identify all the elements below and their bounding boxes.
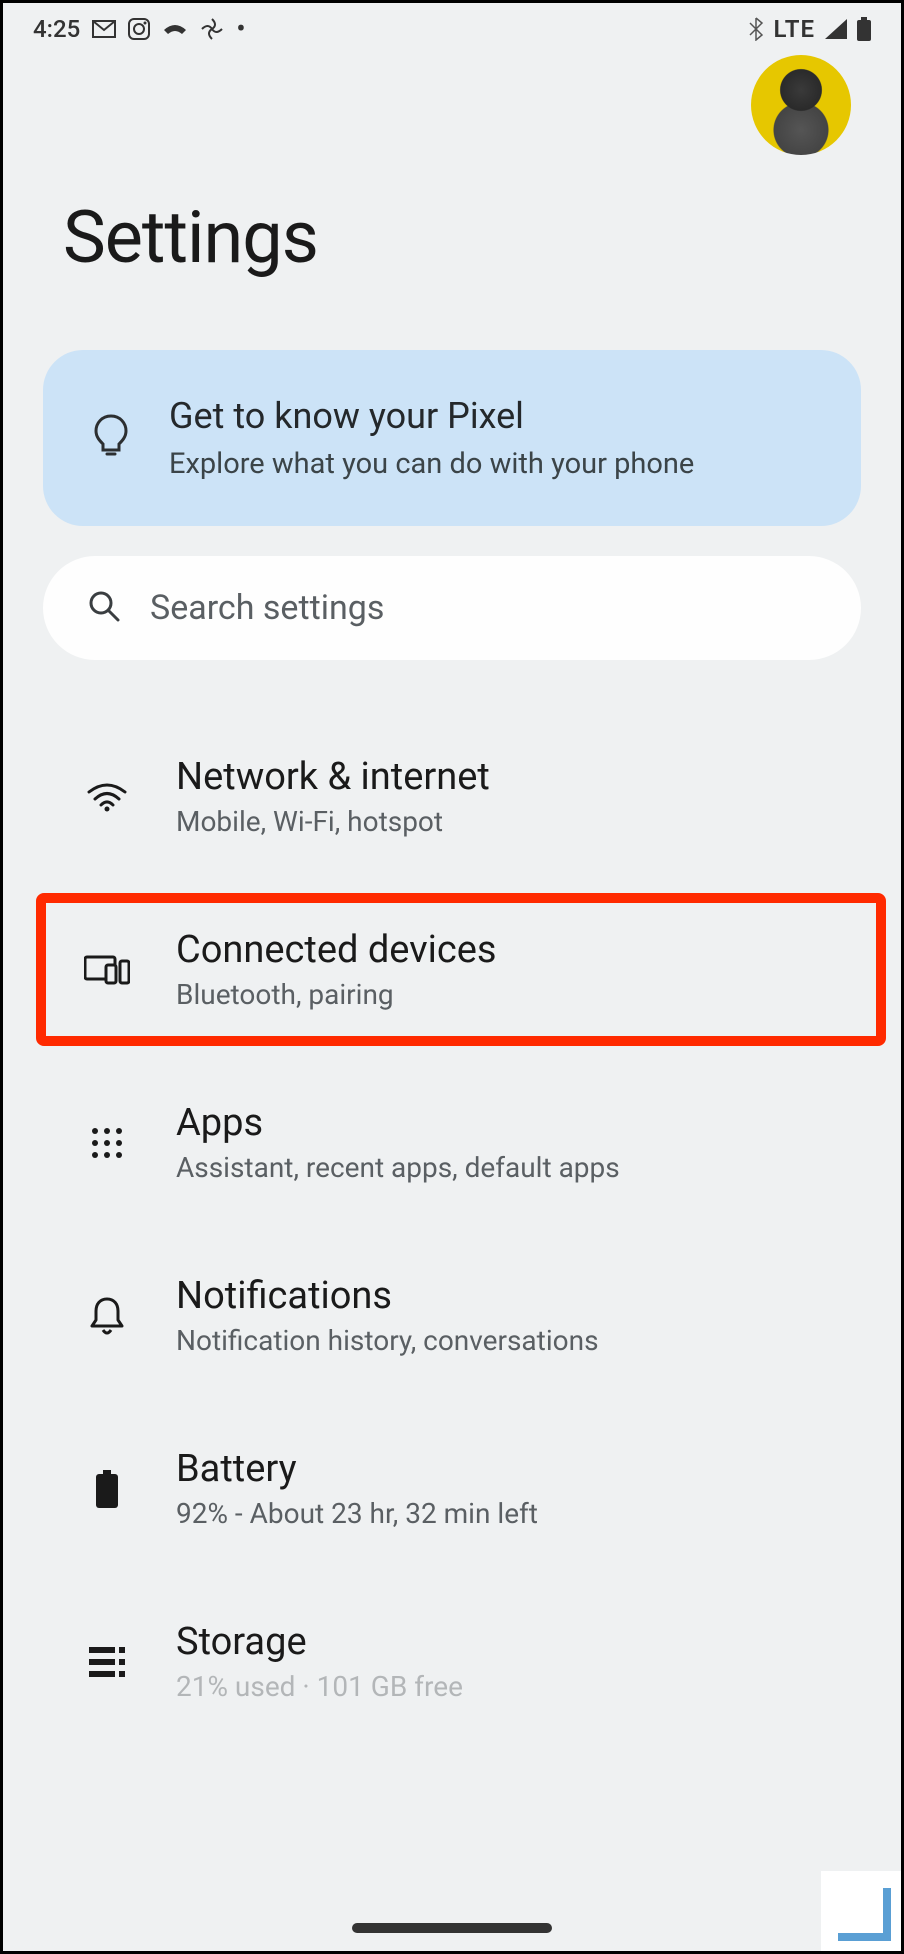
lightbulb-icon bbox=[93, 414, 129, 462]
setting-subtitle: Notification history, conversations bbox=[176, 1324, 841, 1357]
signal-icon bbox=[825, 19, 847, 39]
setting-title: Notifications bbox=[176, 1274, 841, 1318]
setting-text: Storage 21% used · 101 GB free bbox=[176, 1620, 841, 1703]
navigation-handle[interactable] bbox=[352, 1923, 552, 1933]
setting-subtitle: 92% - About 23 hr, 32 min left bbox=[176, 1497, 841, 1530]
apps-grid-icon bbox=[83, 1127, 131, 1159]
settings-item-battery[interactable]: Battery 92% - About 23 hr, 32 min left bbox=[3, 1402, 901, 1575]
tip-title: Get to know your Pixel bbox=[169, 395, 694, 437]
settings-list: Network & internet Mobile, Wi-Fi, hotspo… bbox=[3, 710, 901, 1703]
storage-icon bbox=[83, 1647, 131, 1677]
status-time: 4:25 bbox=[33, 15, 80, 43]
status-left: 4:25 • bbox=[33, 15, 246, 43]
status-right: LTE bbox=[748, 15, 871, 43]
setting-text: Notifications Notification history, conv… bbox=[176, 1274, 841, 1357]
network-type: LTE bbox=[774, 15, 815, 43]
settings-item-network[interactable]: Network & internet Mobile, Wi-Fi, hotspo… bbox=[3, 710, 901, 883]
battery-icon bbox=[857, 17, 871, 41]
page-title: Settings bbox=[63, 195, 841, 280]
setting-title: Apps bbox=[176, 1101, 841, 1145]
setting-text: Network & internet Mobile, Wi-Fi, hotspo… bbox=[176, 755, 841, 838]
settings-item-connected-devices[interactable]: Connected devices Bluetooth, pairing bbox=[3, 883, 901, 1056]
setting-subtitle: Bluetooth, pairing bbox=[176, 978, 841, 1011]
search-placeholder: Search settings bbox=[150, 588, 384, 628]
battery-full-icon bbox=[83, 1470, 131, 1508]
setting-title: Storage bbox=[176, 1620, 841, 1664]
search-settings[interactable]: Search settings bbox=[43, 556, 861, 660]
tip-card[interactable]: Get to know your Pixel Explore what you … bbox=[43, 350, 861, 526]
setting-subtitle: 21% used · 101 GB free bbox=[176, 1670, 841, 1703]
devices-icon bbox=[83, 953, 131, 987]
status-bar: 4:25 • LTE bbox=[3, 3, 901, 55]
profile-avatar[interactable] bbox=[751, 55, 851, 155]
setting-text: Apps Assistant, recent apps, default app… bbox=[176, 1101, 841, 1184]
settings-item-apps[interactable]: Apps Assistant, recent apps, default app… bbox=[3, 1056, 901, 1229]
settings-item-notifications[interactable]: Notifications Notification history, conv… bbox=[3, 1229, 901, 1402]
instagram-icon bbox=[128, 18, 150, 40]
more-notifications-dot: • bbox=[236, 15, 245, 43]
photos-pinwheel-icon bbox=[200, 17, 224, 41]
setting-text: Battery 92% - About 23 hr, 32 min left bbox=[176, 1447, 841, 1530]
bluetooth-icon bbox=[748, 17, 764, 41]
search-icon bbox=[88, 590, 120, 626]
gmail-icon bbox=[92, 20, 116, 38]
watermark bbox=[821, 1871, 901, 1951]
tip-text: Get to know your Pixel Explore what you … bbox=[169, 395, 694, 481]
settings-item-storage[interactable]: Storage 21% used · 101 GB free bbox=[3, 1575, 901, 1703]
wifi-icon bbox=[83, 782, 131, 812]
setting-text: Connected devices Bluetooth, pairing bbox=[176, 928, 841, 1011]
phone-hangup-icon bbox=[162, 22, 188, 36]
tip-subtitle: Explore what you can do with your phone bbox=[169, 447, 694, 481]
setting-title: Network & internet bbox=[176, 755, 841, 799]
setting-title: Connected devices bbox=[176, 928, 841, 972]
setting-subtitle: Mobile, Wi-Fi, hotspot bbox=[176, 805, 841, 838]
bell-icon bbox=[83, 1296, 131, 1336]
header: Settings bbox=[3, 55, 901, 320]
setting-subtitle: Assistant, recent apps, default apps bbox=[176, 1151, 841, 1184]
setting-title: Battery bbox=[176, 1447, 841, 1491]
